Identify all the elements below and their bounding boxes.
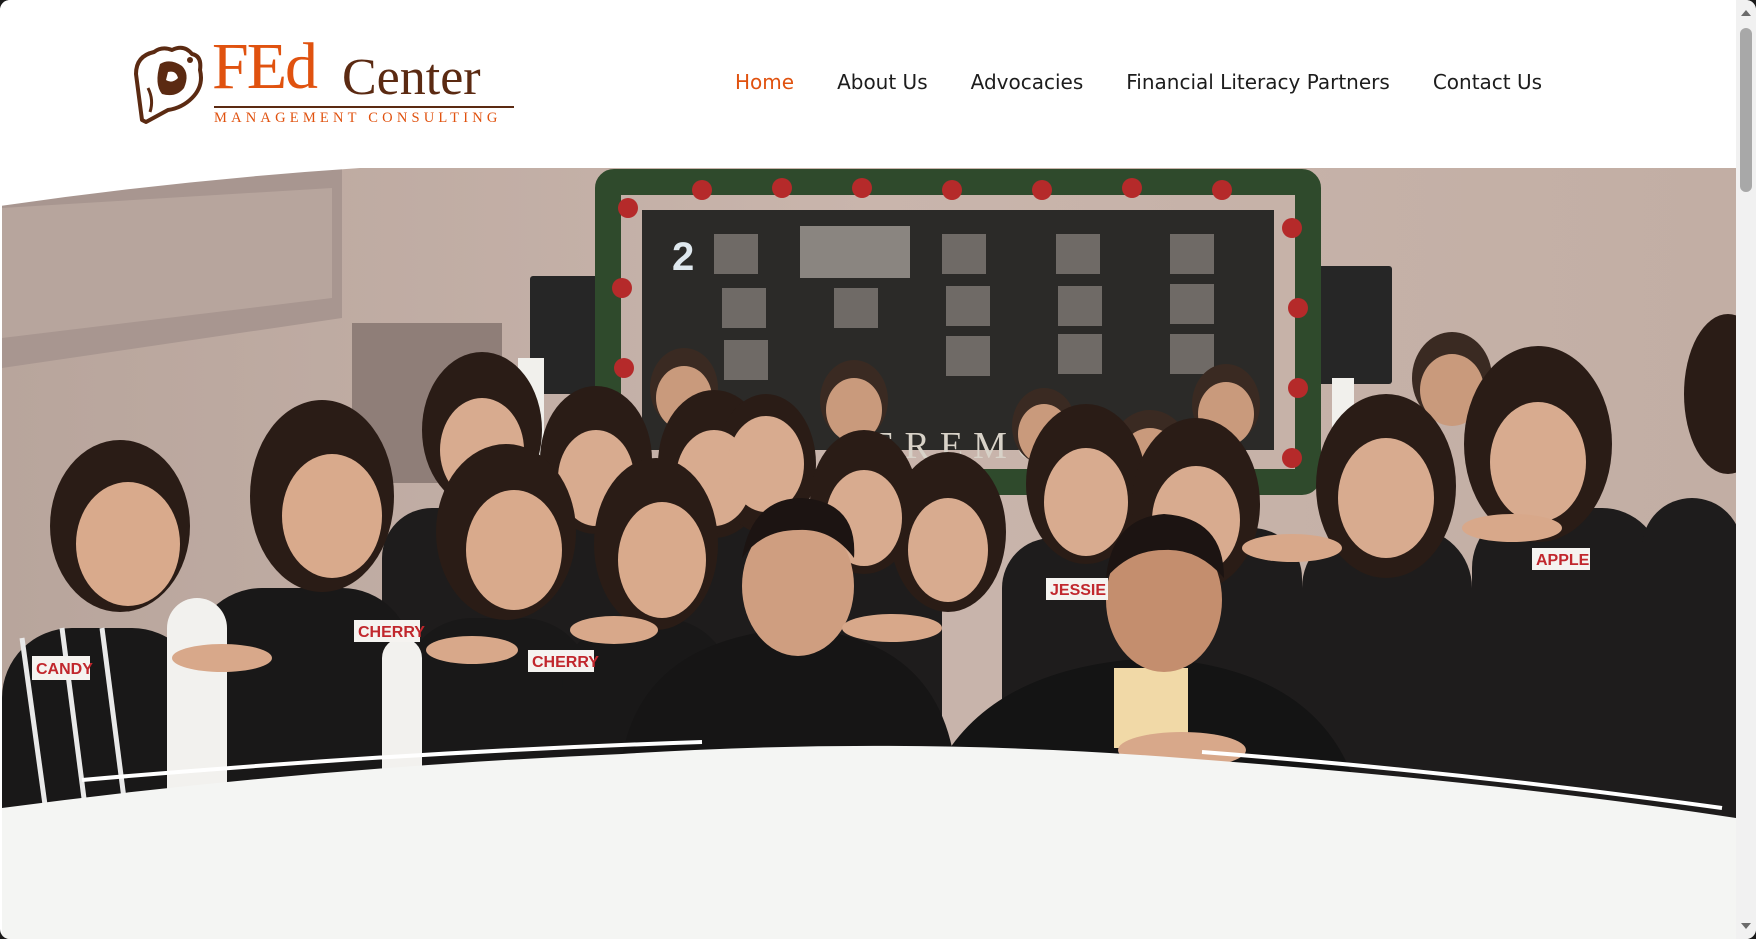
name-tag-cherry-1: CHERRY <box>358 624 425 641</box>
page-scrollbar[interactable] <box>1736 0 1756 939</box>
main-navigation: Home About Us Advocacies Financial Liter… <box>735 70 1542 94</box>
nav-home-link[interactable]: Home <box>735 70 794 94</box>
hero-banner: 2 CEREMONY CANDY CHERRY CHERRY JESSIE AP… <box>2 168 1736 939</box>
name-tag-jessie: JESSIE <box>1050 582 1106 599</box>
nav-about-us-link[interactable]: About Us <box>837 70 928 94</box>
scroll-down-arrow-icon[interactable] <box>1741 923 1751 929</box>
nav-contact-us-link[interactable]: Contact Us <box>1433 70 1542 94</box>
logo-tagline: MANAGEMENT CONSULTING <box>214 110 502 126</box>
scrollbar-thumb[interactable] <box>1740 28 1752 192</box>
hero-top-wave <box>0 150 360 206</box>
name-tag-cherry-2: CHERRY <box>532 654 599 671</box>
slide-number: 2 <box>672 235 694 279</box>
hero-group-photo: 2 CEREMONY CANDY CHERRY CHERRY JESSIE AP… <box>2 168 1736 939</box>
browser-viewport: FEd Center MANAGEMENT CONSULTING Home Ab… <box>0 0 1756 939</box>
logo-wordmark-fed: FEd <box>212 30 318 103</box>
site-header: FEd Center MANAGEMENT CONSULTING Home Ab… <box>0 0 1736 170</box>
bear-head-logo-icon <box>134 45 203 124</box>
logo-divider <box>214 106 514 108</box>
site-logo[interactable]: FEd Center MANAGEMENT CONSULTING <box>132 34 517 130</box>
nav-financial-literacy-partners-link[interactable]: Financial Literacy Partners <box>1126 70 1390 94</box>
name-tag-apple: APPLE <box>1536 552 1590 569</box>
right-speaker <box>1312 266 1392 384</box>
name-tag-candy: CANDY <box>36 661 93 678</box>
logo-wordmark-center: Center <box>342 49 481 106</box>
scroll-up-arrow-icon[interactable] <box>1741 10 1751 16</box>
nav-advocacies-link[interactable]: Advocacies <box>971 70 1084 94</box>
